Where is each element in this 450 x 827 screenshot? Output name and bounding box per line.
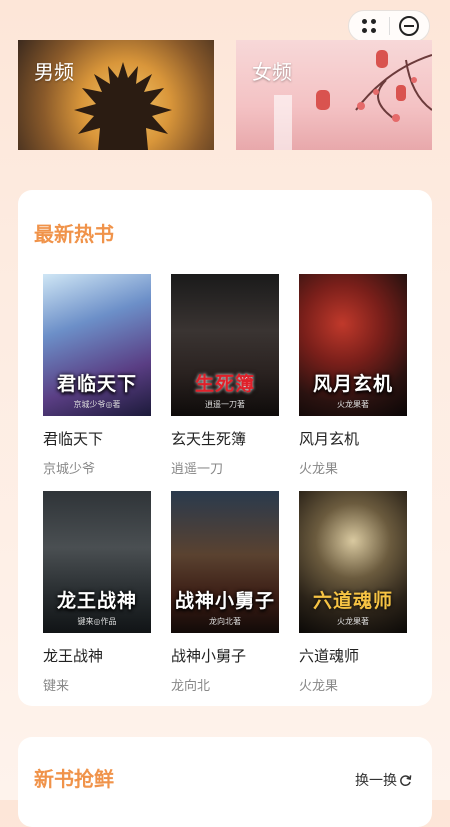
book-author: 龙向北 — [171, 679, 211, 694]
banner-label: 男频 — [34, 60, 74, 84]
banner-label: 女频 — [252, 60, 292, 84]
book-cover: 君临天下 京城少爷◎著 — [43, 274, 151, 416]
cover-author: 龙向北著 — [209, 617, 241, 626]
book-title: 六道魂师 — [299, 647, 360, 665]
book-title: 风月玄机 — [299, 430, 360, 448]
cover-title: 战神小舅子 — [174, 590, 275, 612]
book-author: 火龙果 — [299, 462, 339, 477]
book-title: 战神小舅子 — [171, 647, 247, 665]
cover-title: 龙王战神 — [56, 590, 137, 612]
banner-female[interactable]: 女频 — [236, 40, 432, 150]
book-cover: 龙王战神 键来◎作品 — [43, 491, 151, 633]
book-item[interactable]: 风月玄机 火龙果著 风月玄机 火龙果 — [299, 274, 407, 477]
banner-male[interactable]: 男频 — [18, 40, 214, 150]
book-title: 君临天下 — [43, 430, 104, 448]
section-title: 最新热书 — [34, 222, 114, 246]
capsule-menu — [348, 10, 430, 42]
book-item[interactable]: 君临天下 京城少爷◎著 君临天下 京城少爷 — [43, 274, 151, 477]
book-cover: 生死簿 逍遥一刀著 — [171, 274, 279, 416]
cover-author: 火龙果著 — [337, 400, 369, 409]
cover-title: 六道魂师 — [312, 590, 393, 612]
section-title: 新书抢鲜 — [34, 767, 114, 791]
book-author: 键来 — [43, 679, 70, 694]
hot-books-card: 最新热书 君临天下 京城少爷◎著 君临天下 京城少爷 生死簿 逍遥一刀著 玄天生… — [18, 190, 432, 706]
hero-silhouette-image — [74, 62, 172, 150]
cover-title: 风月玄机 — [312, 373, 393, 395]
refresh-icon — [400, 774, 412, 786]
book-author: 京城少爷 — [43, 462, 96, 477]
book-author: 火龙果 — [299, 679, 339, 694]
book-author: 逍遥一刀 — [171, 462, 224, 477]
cover-author: 京城少爷◎著 — [73, 400, 121, 409]
more-dots-icon — [361, 19, 376, 33]
book-item[interactable]: 生死簿 逍遥一刀著 玄天生死簿 逍遥一刀 — [171, 274, 279, 477]
close-button[interactable] — [390, 11, 430, 41]
more-button[interactable] — [349, 11, 389, 41]
book-title: 龙王战神 — [43, 647, 104, 665]
swap-button[interactable]: 换一换 — [355, 770, 412, 790]
book-item[interactable]: 战神小舅子 龙向北著 战神小舅子 龙向北 — [171, 491, 279, 694]
book-item[interactable]: 龙王战神 键来◎作品 龙王战神 键来 — [43, 491, 151, 694]
cover-author: 逍遥一刀著 — [205, 400, 245, 409]
minus-circle-icon — [399, 16, 420, 36]
cover-author: 键来◎作品 — [77, 617, 117, 626]
new-books-card: 新书抢鲜 换一换 — [18, 737, 432, 827]
book-title: 玄天生死簿 — [171, 430, 247, 448]
cover-author: 火龙果著 — [337, 617, 369, 626]
book-cover: 风月玄机 火龙果著 — [299, 274, 407, 416]
cover-title: 君临天下 — [56, 373, 137, 395]
book-cover: 战神小舅子 龙向北著 — [171, 491, 279, 633]
swap-label: 换一换 — [355, 773, 397, 789]
cover-title: 生死簿 — [194, 373, 255, 395]
book-cover: 六道魂师 火龙果著 — [299, 491, 407, 633]
book-item[interactable]: 六道魂师 火龙果著 六道魂师 火龙果 — [299, 491, 407, 694]
